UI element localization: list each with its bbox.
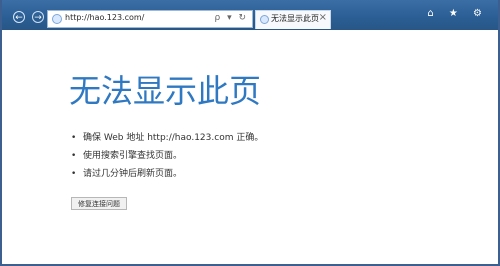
forward-button[interactable]: → xyxy=(32,11,44,23)
browser-window: ← → http://hao.123.com/ ρ ▾ ↻ 无法显示此页 × ⌂… xyxy=(0,0,500,266)
close-tab-icon[interactable]: × xyxy=(319,12,327,23)
fix-connection-button[interactable]: 修复连接问题 xyxy=(71,197,127,210)
suggestion-list: 确保 Web 地址 http://hao.123.com 正确。 使用搜索引擎查… xyxy=(71,129,263,183)
back-button[interactable]: ← xyxy=(13,11,25,23)
address-bar[interactable]: http://hao.123.com/ ρ ▾ ↻ xyxy=(47,10,253,28)
globe-icon xyxy=(52,14,62,24)
page-title: 无法显示此页 xyxy=(69,72,262,110)
tab-globe-icon xyxy=(260,15,269,24)
right-arrow-icon: → xyxy=(34,13,42,23)
suggestion-item: 请过几分钟后刷新页面。 xyxy=(71,165,263,183)
tab-active[interactable]: 无法显示此页 × xyxy=(255,10,331,29)
suggestion-item: 使用搜索引擎查找页面。 xyxy=(71,147,263,165)
browser-toolbar: ← → http://hao.123.com/ ρ ▾ ↻ 无法显示此页 × ⌂… xyxy=(2,0,498,30)
browser-controls[interactable]: ⌂ ★ ⚙ xyxy=(427,8,488,19)
address-text[interactable]: http://hao.123.com/ xyxy=(65,13,144,22)
tab-label: 无法显示此页 xyxy=(271,14,319,23)
page-content: 无法显示此页 确保 Web 地址 http://hao.123.com 正确。 … xyxy=(2,30,498,264)
left-arrow-icon: ← xyxy=(15,13,23,23)
suggestion-item: 确保 Web 地址 http://hao.123.com 正确。 xyxy=(71,129,263,147)
address-actions[interactable]: ρ ▾ ↻ xyxy=(215,13,249,23)
